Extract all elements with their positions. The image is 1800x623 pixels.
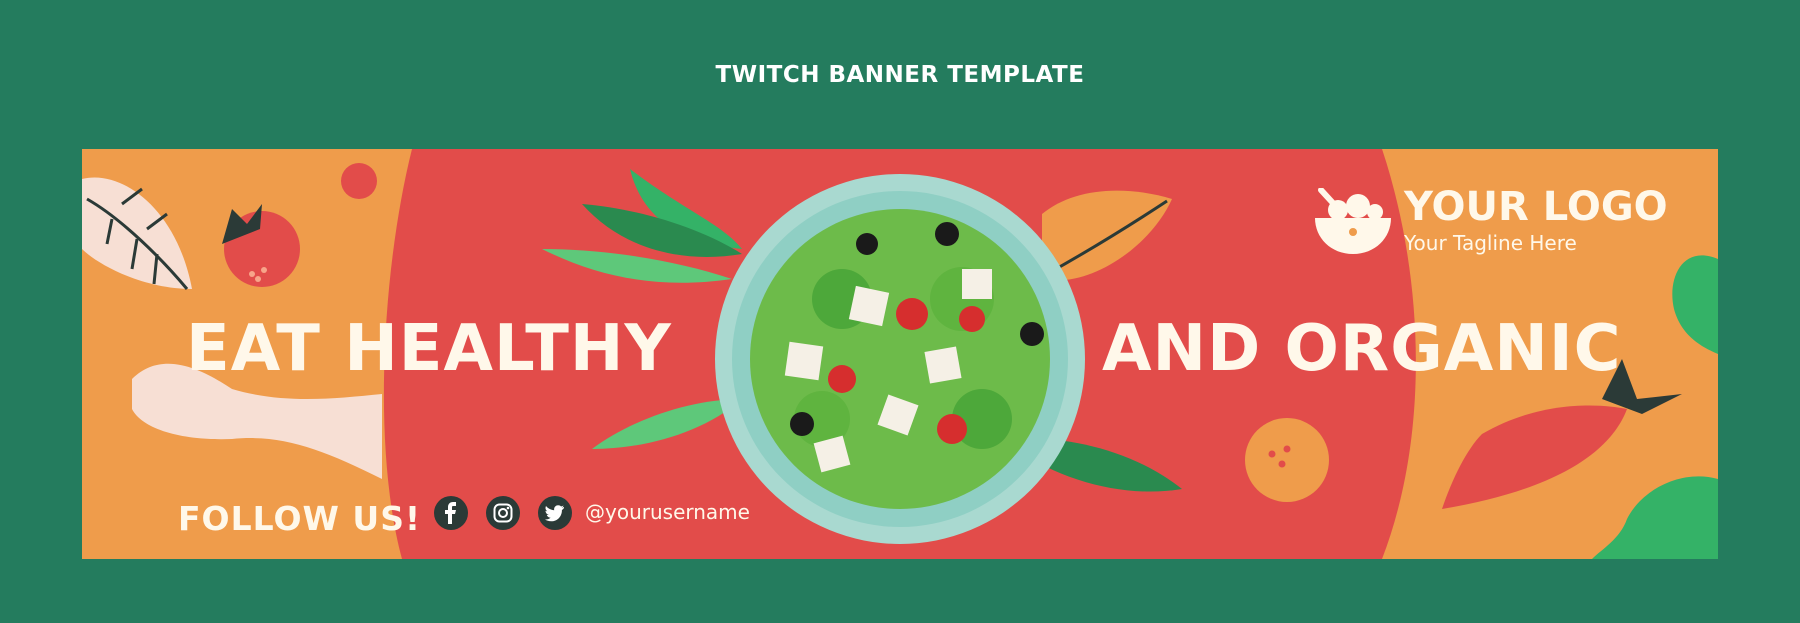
facebook-icon[interactable]: [434, 496, 468, 530]
headline-left: EAT HEALTHY: [186, 312, 672, 386]
instagram-icon[interactable]: [486, 496, 520, 530]
username-label: @yourusername: [585, 500, 750, 524]
salad-bowl-icon: [1315, 188, 1391, 254]
leaf-decoration-left: [82, 177, 192, 290]
salad-plate-image: [715, 174, 1085, 544]
headline-right: AND ORGANIC: [1102, 312, 1622, 386]
logo-text: YOUR LOGO: [1404, 184, 1668, 230]
twitter-icon[interactable]: [538, 496, 572, 530]
page-title: TWITCH BANNER TEMPLATE: [715, 62, 1085, 88]
follow-us-label: FOLLOW US!: [178, 499, 422, 538]
twitch-banner: EAT HEALTHY AND ORGANIC FOLLOW US! @your…: [82, 149, 1718, 559]
logo-tagline: Your Tagline Here: [1404, 231, 1577, 255]
